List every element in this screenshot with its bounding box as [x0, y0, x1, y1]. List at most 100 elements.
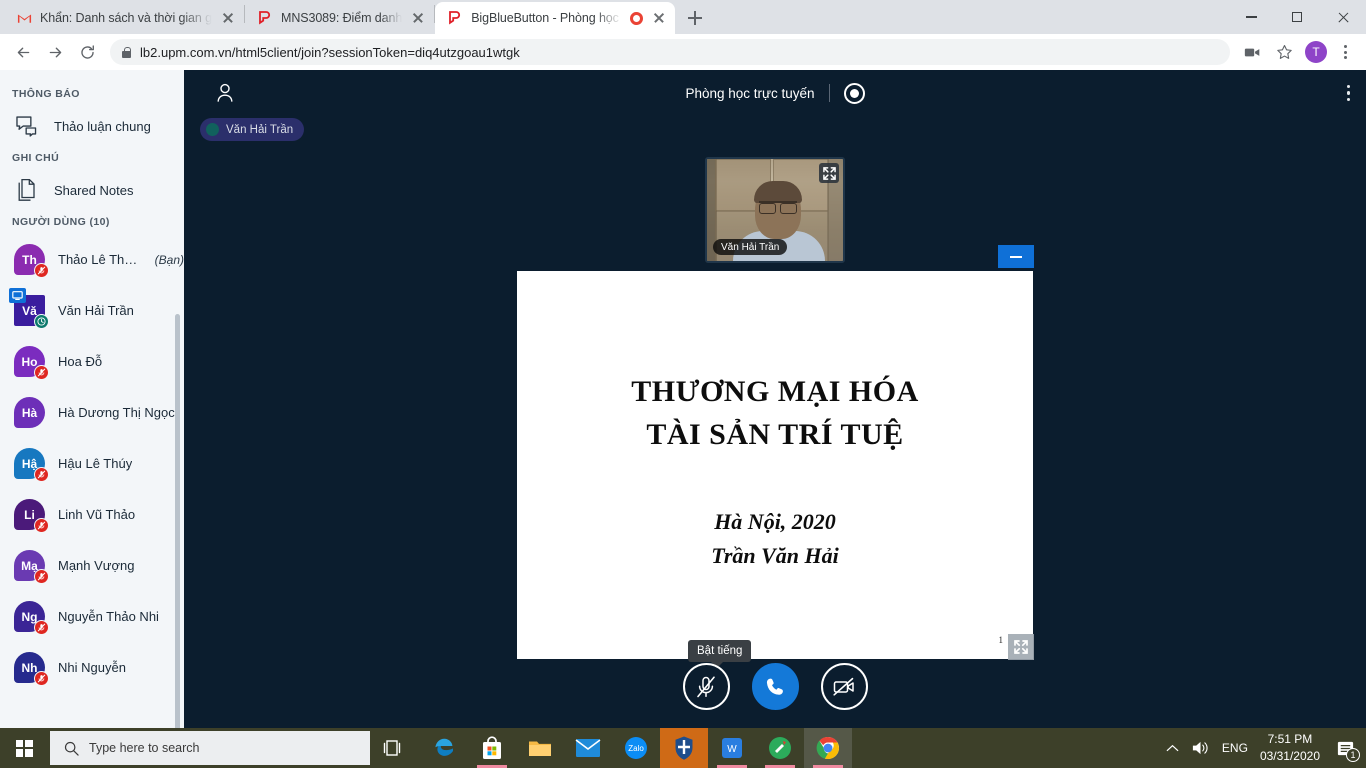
sidebar-item-public-chat[interactable]: Thảo luận chung: [0, 106, 184, 146]
minimize-presentation-button[interactable]: [998, 245, 1034, 268]
muted-badge-icon: [34, 569, 49, 584]
taskbar-app-chrome[interactable]: [804, 728, 852, 768]
user-list-item[interactable]: Mạ Mạnh Vượng: [0, 540, 184, 591]
user-list-item[interactable]: HàHà Dương Thị Ngọc: [0, 387, 184, 438]
user-list-item[interactable]: HậHậu Lê Thúy: [0, 438, 184, 489]
volume-icon[interactable]: [1191, 740, 1210, 756]
gmail-icon: [16, 10, 32, 26]
tab-recording-icon: [630, 12, 643, 25]
close-icon[interactable]: [651, 10, 667, 26]
taskbar-clock[interactable]: 7:51 PM 03/31/2020: [1260, 731, 1320, 765]
taskbar-search-input[interactable]: Type here to search: [50, 731, 370, 765]
chat-bubble-icon: [14, 113, 40, 139]
user-name: Thảo Lê Thị P…: [58, 252, 138, 267]
task-view-button[interactable]: [370, 728, 414, 768]
user-list-toggle-icon[interactable]: [212, 80, 238, 106]
new-tab-button[interactable]: [681, 4, 709, 32]
slide-subtitle: Hà Nội, 2020 Trần Văn Hải: [517, 505, 1033, 573]
browser-menu-button[interactable]: [1334, 41, 1356, 63]
meeting-options-button[interactable]: [1347, 85, 1350, 101]
presentation-fullscreen-icon[interactable]: [1008, 634, 1034, 660]
taskbar-app-zalo[interactable]: Zalo: [612, 728, 660, 768]
close-icon: [1337, 11, 1349, 23]
action-bar: [184, 663, 1366, 710]
user-list-item[interactable]: VăVăn Hải Trần: [0, 285, 184, 336]
user-list-item[interactable]: ThThảo Lê Thị P…(Bạn): [0, 234, 184, 285]
user-list-item[interactable]: LiLinh Vũ Thảo: [0, 489, 184, 540]
bigbluebutton-icon: [447, 10, 463, 26]
slide-title-line-2: TÀI SẢN TRÍ TUỆ: [517, 414, 1033, 457]
maximize-icon: [1292, 12, 1302, 22]
user-avatar: Ho: [14, 346, 45, 377]
taskbar-app-shield[interactable]: [660, 728, 708, 768]
taskbar-app-unikey[interactable]: [756, 728, 804, 768]
search-icon: [64, 741, 79, 756]
slide-subtitle-line-1: Hà Nội, 2020: [517, 505, 1033, 539]
muted-badge-icon: [34, 518, 49, 533]
browser-tab-1[interactable]: Khẩn: Danh sách và thời gian giả: [4, 2, 244, 34]
window-minimize-button[interactable]: [1228, 0, 1274, 34]
tray-expand-chevron-icon[interactable]: [1166, 744, 1179, 753]
close-icon[interactable]: [220, 10, 236, 26]
forward-button[interactable]: [40, 37, 70, 67]
user-avatar: Vă: [14, 295, 45, 326]
bookmark-star-icon[interactable]: [1270, 38, 1298, 66]
webcam-video-tile[interactable]: Văn Hải Trần: [705, 157, 845, 263]
sidebar-item-shared-notes[interactable]: Shared Notes: [0, 170, 184, 210]
address-bar-url: lb2.upm.com.vn/html5client/join?sessionT…: [140, 45, 520, 60]
taskbar-app-mail[interactable]: [564, 728, 612, 768]
meeting-header: Phòng học trực tuyến: [184, 70, 1366, 116]
windows-logo-icon: [16, 740, 33, 757]
user-list-item[interactable]: NgNguyễn Thảo Nhi: [0, 591, 184, 642]
language-indicator[interactable]: ENG: [1222, 741, 1248, 755]
address-bar[interactable]: lb2.upm.com.vn/html5client/join?sessionT…: [110, 39, 1230, 65]
user-avatar: Mạ: [14, 550, 45, 581]
browser-tab-title: Khẩn: Danh sách và thời gian giả: [40, 11, 212, 25]
user-avatar: Ng: [14, 601, 45, 632]
browser-tab-3[interactable]: BigBlueButton - Phòng học t: [435, 2, 675, 34]
presenter-chip-label: Văn Hải Trần: [226, 124, 293, 136]
media-cast-icon[interactable]: [1238, 38, 1266, 66]
user-list-item[interactable]: NhNhi Nguyễn: [0, 642, 184, 693]
notification-center-button[interactable]: 1: [1332, 735, 1358, 761]
window-maximize-button[interactable]: [1274, 0, 1320, 34]
meeting-title-group: Phòng học trực tuyến: [184, 83, 1366, 104]
sidebar-scrollbar[interactable]: [175, 314, 180, 728]
profile-avatar[interactable]: T: [1302, 38, 1330, 66]
taskbar-apps: Zalo W: [420, 728, 852, 768]
user-name: Mạnh Vượng: [58, 558, 135, 573]
leave-audio-button[interactable]: [752, 663, 799, 710]
muted-badge-icon: [34, 620, 49, 635]
svg-text:W: W: [727, 744, 737, 755]
camera-toggle-button[interactable]: [821, 663, 868, 710]
sidebar: THÔNG BÁO Thảo luận chung GHI CHÚ Shared…: [0, 70, 184, 728]
toolbar-right-actions: T: [1238, 38, 1358, 66]
taskbar-app-store[interactable]: [468, 728, 516, 768]
user-list: ThThảo Lê Thị P…(Bạn)VăVăn Hải TrầnHoHoa…: [0, 234, 184, 693]
bigbluebutton-icon: [257, 10, 273, 26]
back-button[interactable]: [8, 37, 38, 67]
taskbar-search-placeholder: Type here to search: [89, 741, 199, 755]
mute-toggle-button[interactable]: [683, 663, 730, 710]
fullscreen-expand-icon[interactable]: [819, 163, 839, 183]
slide-title-line-1: THƯƠNG MẠI HÓA: [517, 371, 1033, 414]
close-icon[interactable]: [410, 10, 426, 26]
window-controls: [1228, 0, 1366, 34]
muted-badge-icon: [34, 263, 49, 278]
reload-button[interactable]: [72, 37, 102, 67]
bigbluebutton-app: THÔNG BÁO Thảo luận chung GHI CHÚ Shared…: [0, 70, 1366, 728]
browser-tab-2[interactable]: MNS3089: Điểm danh: [245, 2, 434, 34]
start-button[interactable]: [0, 728, 48, 768]
taskbar-app-edge[interactable]: [420, 728, 468, 768]
presentation-slide[interactable]: THƯƠNG MẠI HÓA TÀI SẢN TRÍ TUỆ Hà Nội, 2…: [517, 271, 1033, 659]
user-you-label: (Bạn): [155, 253, 184, 267]
taskbar-app-wps[interactable]: W: [708, 728, 756, 768]
user-avatar: Hậ: [14, 448, 45, 479]
window-close-button[interactable]: [1320, 0, 1366, 34]
header-divider: [829, 84, 830, 102]
recording-indicator-icon[interactable]: [844, 83, 865, 104]
user-list-item[interactable]: HoHoa Đỗ: [0, 336, 184, 387]
screenshare-icon: [9, 288, 26, 303]
taskbar-app-file-explorer[interactable]: [516, 728, 564, 768]
mic-tooltip: Bật tiếng: [688, 640, 751, 662]
